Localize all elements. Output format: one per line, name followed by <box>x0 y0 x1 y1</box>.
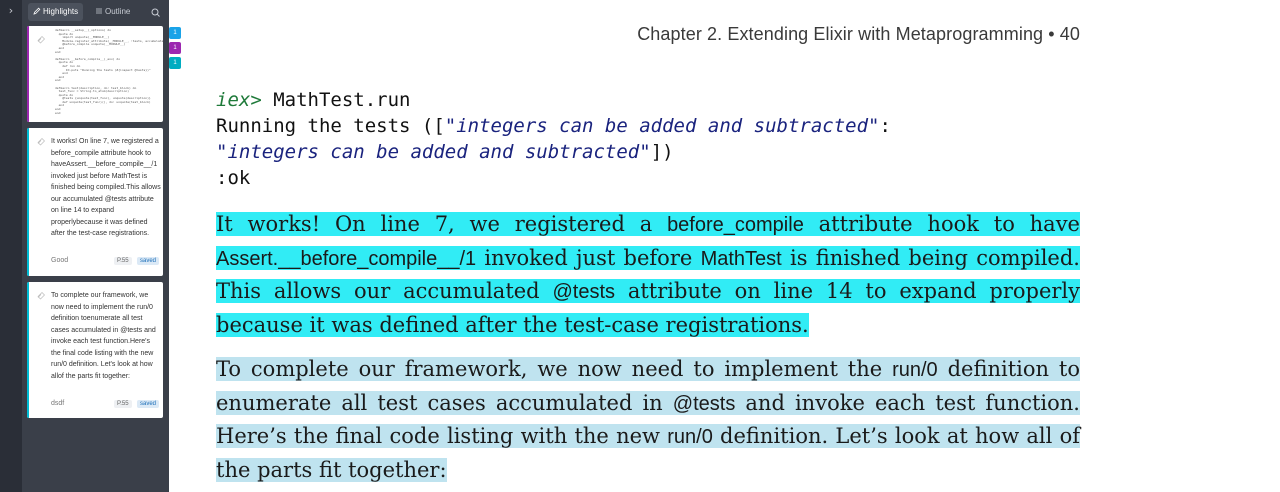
highlight-marker[interactable]: 1 <box>169 57 181 69</box>
code-result: :ok <box>216 167 251 189</box>
expand-chevron-icon[interactable]: › <box>4 4 18 18</box>
highlighted-paragraph[interactable]: To complete our framework, we now need t… <box>216 353 1081 486</box>
inline-code: MathTest <box>700 247 782 270</box>
code-line-4: :ok <box>216 165 250 191</box>
page-header: Chapter 2. Extending Elixir with Metapro… <box>637 24 1080 44</box>
inline-code: Assert.__before_compile__/1 <box>216 247 477 270</box>
text-run: attribute hook to have <box>803 212 1080 236</box>
text-run: It works! On line 7, we registered a <box>216 212 668 236</box>
text-run: To complete our framework, we now need t… <box>216 357 893 381</box>
highlight-marker[interactable]: 1 <box>169 27 181 39</box>
code-text: Running the tests ([ <box>216 115 445 137</box>
sidebar-tabs: Highlights Outline <box>22 0 169 24</box>
highlight-span: It works! On line 7, we registered a bef… <box>216 212 1080 337</box>
list-icon <box>96 8 102 14</box>
highlights-sidebar: Highlights Outline defmacro __setup__(_o… <box>22 0 169 492</box>
card-accent-bar <box>27 26 29 122</box>
left-rail: › <box>0 0 22 492</box>
saved-badge: saved <box>137 257 160 265</box>
card-accent-bar <box>27 282 29 418</box>
iex-prompt: iex> <box>216 89 262 111</box>
tab-highlights-label: Highlights <box>43 7 79 16</box>
page-number-tag: P.55 <box>114 257 132 265</box>
code-preview: defmacro __setup__(_options) do quote do… <box>55 28 163 115</box>
quote-icon <box>37 36 45 44</box>
highlight-note: Good <box>51 257 69 264</box>
inline-code: @tests <box>672 392 736 415</box>
code-text: ]) <box>650 141 674 163</box>
highlight-span: To complete our framework, we now need t… <box>216 357 1081 482</box>
inline-code: run/0 <box>667 426 713 448</box>
code-string: "integers can be added and subtracted" <box>216 141 651 163</box>
highlight-text: To complete our framework, we now need t… <box>51 292 156 380</box>
code-string: "integers can be added and subtracted" <box>444 115 880 137</box>
tab-highlights[interactable]: Highlights <box>28 3 84 21</box>
code-line-2: Running the tests (["integers can be add… <box>216 113 891 139</box>
code-line-3: "integers can be added and subtracted"]) <box>216 139 674 165</box>
search-icon[interactable] <box>149 5 163 19</box>
code-text: : <box>879 115 891 137</box>
highlighted-paragraph[interactable]: It works! On line 7, we registered a bef… <box>216 208 1080 341</box>
quote-icon <box>37 292 45 300</box>
inline-code: before_compile <box>667 214 804 236</box>
card-accent-bar <box>27 128 29 276</box>
highlight-card[interactable]: To complete our framework, we now need t… <box>27 282 163 418</box>
highlight-card[interactable]: It works! On line 7, we registered a bef… <box>27 128 163 276</box>
highlight-marker[interactable]: 1 <box>169 42 181 54</box>
tab-outline-label: Outline <box>105 7 131 16</box>
code-command: MathTest.run <box>261 89 411 111</box>
inline-code: run/0 <box>892 359 938 381</box>
highlight-text: It works! On line 7, we registered a bef… <box>51 138 161 237</box>
page-number-tag: P.55 <box>114 400 132 408</box>
text-run: invoked just before <box>476 245 701 270</box>
highlight-card-code[interactable]: defmacro __setup__(_options) do quote do… <box>27 26 163 122</box>
inline-code: @tests <box>552 281 616 303</box>
highlight-note: dsdf <box>51 400 65 407</box>
pencil-icon <box>33 8 41 15</box>
tab-outline[interactable]: Outline <box>90 3 135 21</box>
quote-icon <box>37 138 45 146</box>
code-line-1: iex> MathTest.run <box>216 87 410 113</box>
saved-badge: saved <box>137 400 160 408</box>
